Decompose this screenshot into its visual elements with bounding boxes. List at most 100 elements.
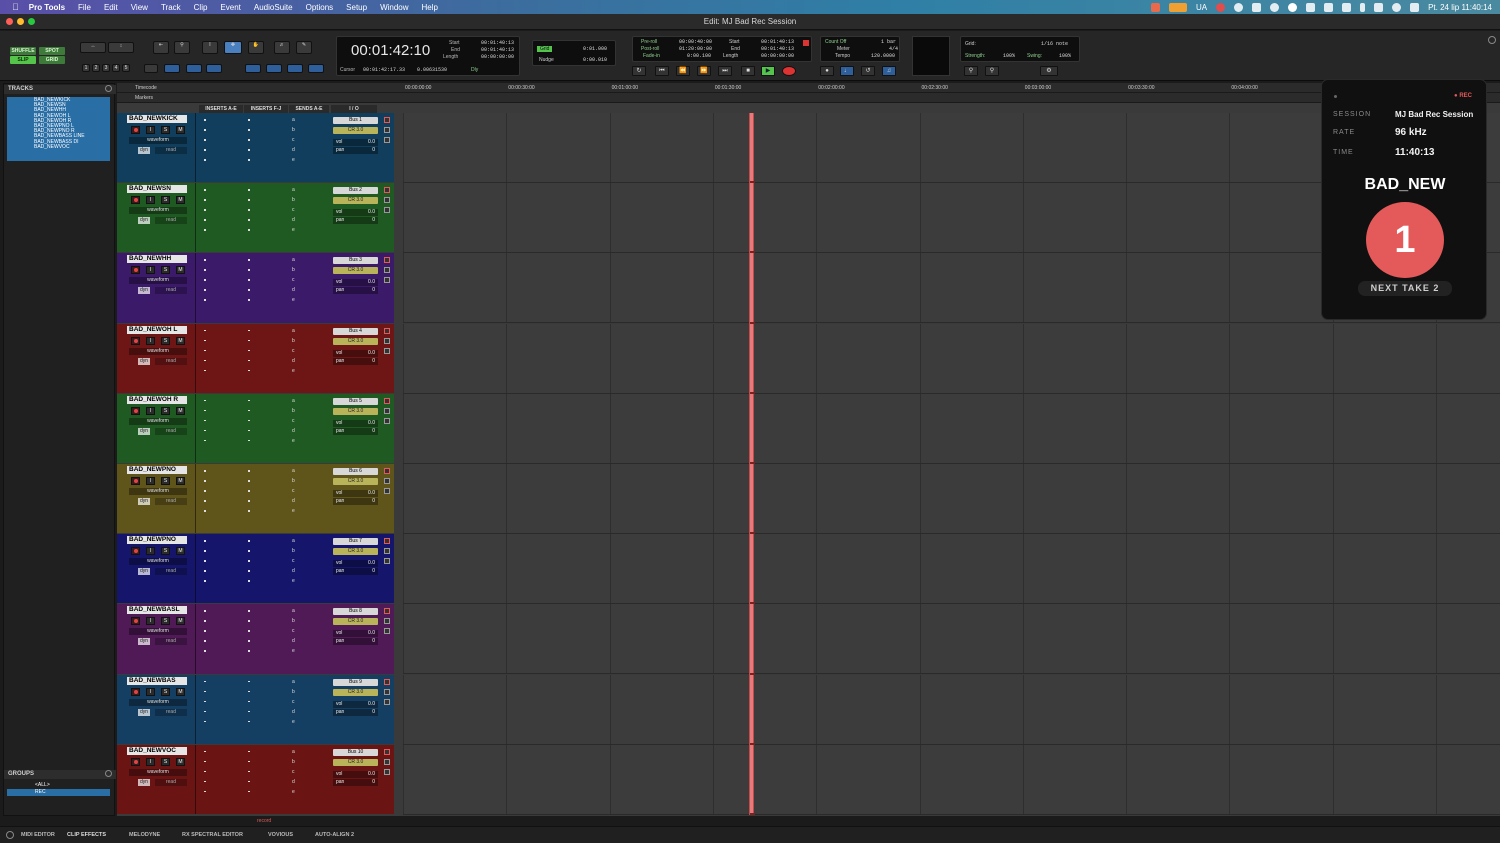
insert-slot-a[interactable] [204, 510, 206, 512]
insert-slot-a[interactable] [204, 429, 206, 432]
insert-slot-f[interactable] [248, 369, 250, 372]
automation-mode-selector[interactable]: read [155, 778, 187, 786]
insert-slot-f[interactable] [248, 560, 250, 562]
inserts-area[interactable]: abcde [195, 464, 295, 534]
insert-slot-f[interactable] [248, 680, 250, 683]
add-icon[interactable] [384, 558, 390, 565]
menu-window[interactable]: Window [380, 3, 408, 12]
solo-button[interactable]: S [161, 336, 170, 345]
edit-option-4[interactable] [206, 64, 222, 73]
insert-slot-f[interactable] [248, 580, 250, 582]
send-slot-label[interactable]: a [292, 117, 295, 123]
send-slot-label[interactable]: c [292, 277, 295, 283]
insert-slot-a[interactable] [204, 299, 206, 301]
dyn-button[interactable]: dyn [138, 708, 150, 716]
insert-slot-a[interactable] [204, 700, 206, 703]
postroll-value[interactable]: 01:20:00:00 [679, 46, 712, 52]
inserts-area[interactable]: abcde [195, 744, 295, 814]
track-view-selector[interactable]: waveform [129, 207, 187, 215]
record-arm-button[interactable] [131, 266, 140, 275]
send-slot-label[interactable]: b [292, 127, 295, 133]
insert-slot-f[interactable] [248, 229, 250, 231]
input-monitor-button[interactable]: I [146, 757, 155, 766]
transport-length-value[interactable]: 00:00:00:00 [761, 53, 794, 59]
add-icon[interactable] [384, 137, 390, 143]
insert-slot-f[interactable] [248, 409, 250, 412]
insert-slot-a[interactable] [204, 269, 206, 271]
automation-mode-selector[interactable]: read [155, 708, 187, 716]
microphone-icon[interactable] [1168, 2, 1187, 12]
clock-datetime[interactable]: Pt. 24 lip 11:40:14 [1428, 3, 1492, 12]
insert-slot-f[interactable] [248, 480, 250, 482]
send-slot-label[interactable]: a [292, 749, 295, 755]
insert-slot-a[interactable] [204, 419, 206, 422]
insert-slot-f[interactable] [248, 329, 250, 332]
insert-slot-a[interactable] [204, 409, 206, 412]
rewind-icon[interactable]: ⏪ [676, 66, 690, 76]
insert-slot-f[interactable] [248, 490, 250, 492]
bottom-settings-icon[interactable] [6, 831, 14, 839]
volume-field[interactable]: vol 0.0 [333, 630, 378, 638]
slip-mode-button[interactable]: SLIP [10, 56, 36, 64]
volume-field[interactable]: vol 0.0 [333, 279, 378, 287]
settings-icon[interactable]: ⚙ [1040, 66, 1058, 76]
input-monitor-button[interactable]: I [146, 617, 155, 626]
volume-field[interactable]: vol 0.0 [333, 700, 378, 708]
insert-slot-f[interactable] [248, 119, 250, 121]
markers-ruler[interactable]: Markers [117, 93, 1500, 103]
pan-field[interactable]: pan 0 [333, 568, 378, 576]
bluetooth-icon[interactable] [1360, 2, 1366, 12]
volume-value[interactable]: 0.0 [368, 350, 375, 357]
send-slot-label[interactable]: e [292, 157, 295, 163]
insert-slot-f[interactable] [248, 620, 250, 622]
send-slot-label[interactable]: e [292, 227, 295, 233]
display-icon[interactable] [1324, 2, 1334, 12]
track-playlist-lane[interactable] [403, 464, 1500, 534]
volume-value[interactable]: 0.0 [368, 701, 375, 708]
send-slot-label[interactable]: b [292, 618, 295, 624]
record-arm-button[interactable] [131, 126, 140, 134]
track-name[interactable]: BAD_NEWKICK [127, 115, 187, 123]
menu-help[interactable]: Help [422, 3, 438, 12]
track-playlist-lane[interactable] [403, 534, 1500, 605]
menu-setup[interactable]: Setup [346, 3, 367, 12]
group-all[interactable]: <ALL> [7, 782, 110, 789]
menu-file[interactable]: File [78, 3, 91, 12]
insert-slot-a[interactable] [204, 770, 206, 773]
search-zoom-icon[interactable]: ⚲ [985, 66, 999, 76]
send-slot-label[interactable]: a [292, 257, 295, 263]
send-slot-label[interactable]: b [292, 197, 295, 203]
input-monitor-button[interactable]: I [146, 336, 155, 345]
send-slot-label[interactable]: c [292, 558, 295, 564]
mute-button[interactable]: M [176, 406, 185, 415]
pan-field[interactable]: pan 0 [333, 287, 378, 295]
start-value[interactable]: 00:01:40:13 [481, 40, 514, 46]
insert-slot-f[interactable] [248, 540, 250, 542]
track-name[interactable]: BAD_NEWOH R [127, 395, 187, 404]
zoom-preset-2[interactable]: 2 [92, 64, 100, 72]
column-inserts-f-j[interactable]: INSERTS F-J [244, 105, 288, 113]
insert-slot-a[interactable] [204, 119, 206, 121]
scrubber-tool-icon[interactable]: ♬ [274, 41, 290, 54]
insert-slot-a[interactable] [204, 540, 206, 542]
timecode-ruler[interactable]: Timecode 00:00:00:00 00:00:30:00 00:01:00:… [117, 83, 1500, 93]
dyn-button[interactable]: dyn [138, 287, 150, 295]
inserts-area[interactable]: abcde [195, 674, 295, 744]
record-arm-button[interactable] [131, 336, 140, 345]
track-view-selector[interactable]: waveform [129, 768, 187, 776]
swing-label[interactable]: Swing: [1027, 53, 1042, 59]
zoom-preset-3[interactable]: 3 [102, 64, 110, 72]
track-playlist-lane[interactable] [403, 604, 1500, 675]
insert-slot-a[interactable] [204, 399, 206, 402]
input-selector[interactable]: Bus 8 [333, 608, 378, 616]
zoom-preset-5[interactable]: 5 [122, 64, 130, 72]
input-monitor-button[interactable]: I [146, 406, 155, 415]
insert-slot-f[interactable] [248, 359, 250, 362]
send-slot-label[interactable]: e [292, 648, 295, 654]
search-icon[interactable] [1392, 2, 1402, 12]
inserts-area[interactable]: abcde [195, 604, 295, 674]
insert-slot-f[interactable] [248, 299, 250, 301]
send-slot-label[interactable]: d [292, 779, 295, 785]
volume-value[interactable]: 0.0 [368, 560, 375, 567]
send-slot-label[interactable]: d [292, 428, 295, 434]
